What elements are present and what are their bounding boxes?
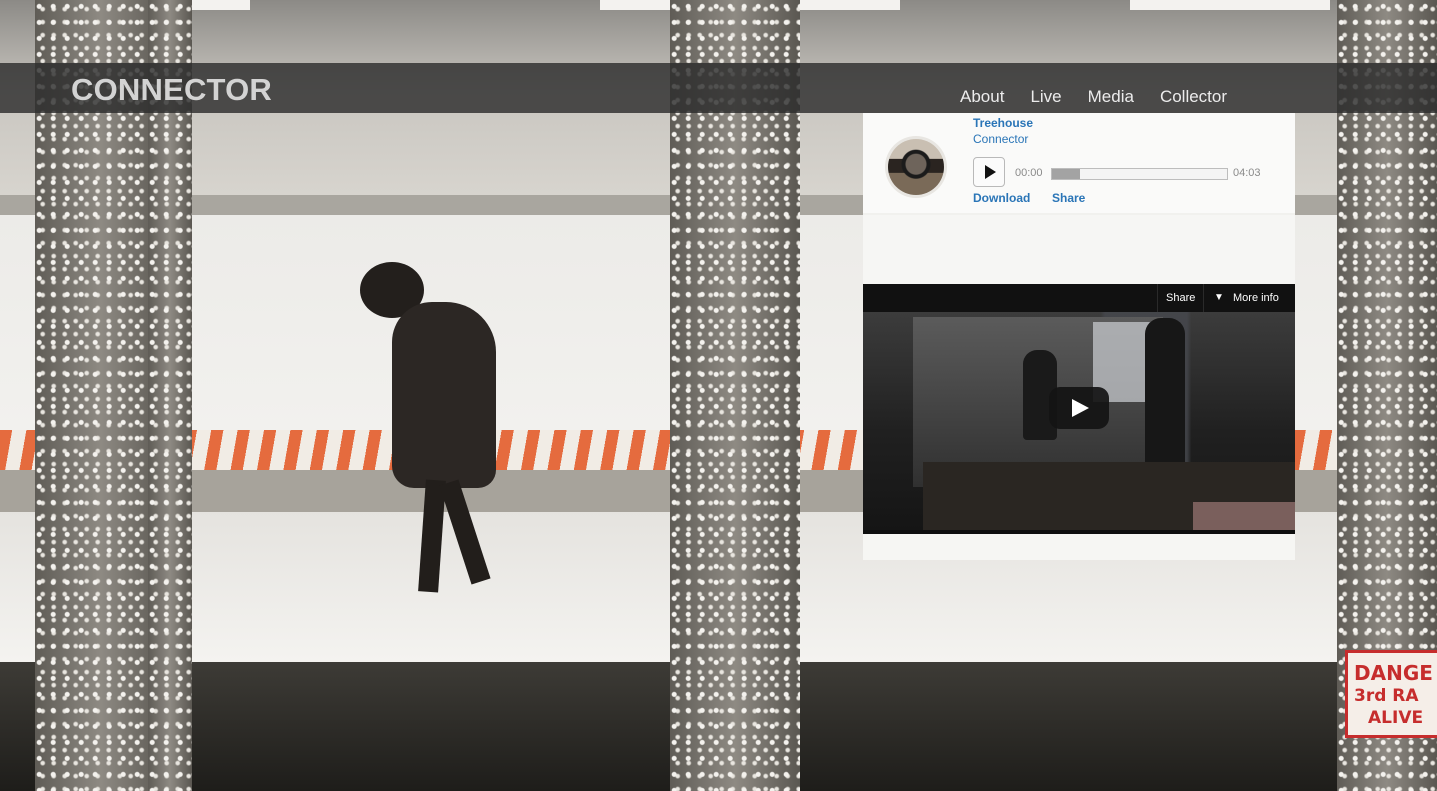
- progress-bar[interactable]: [1051, 168, 1228, 180]
- video-embed[interactable]: Share ▼ More info: [863, 284, 1295, 534]
- album-art-image: [888, 139, 944, 195]
- time-current: 00:00: [1015, 167, 1043, 179]
- album-art: [885, 136, 947, 198]
- audio-player: Treehouse Connector 00:00 04:03 Download…: [863, 113, 1295, 213]
- time-total: 04:03: [1233, 167, 1261, 179]
- video-share-button[interactable]: Share: [1157, 284, 1203, 312]
- media-panel: Treehouse Connector 00:00 04:03 Download…: [863, 113, 1295, 560]
- more-info-label: More info: [1233, 292, 1279, 304]
- double-chevron-down-icon: ▼: [1214, 292, 1224, 303]
- person-coat: [392, 302, 496, 488]
- progress-fill: [1052, 169, 1080, 179]
- share-link[interactable]: Share: [1052, 191, 1085, 205]
- thumb-object: [1193, 502, 1295, 530]
- ceiling-light: [1130, 0, 1330, 10]
- site-logo[interactable]: CONNECTOR: [71, 72, 272, 108]
- danger-sign-line: ALIVE: [1368, 708, 1424, 728]
- thumb-figure: [1145, 318, 1185, 468]
- nav-item-media[interactable]: Media: [1088, 87, 1134, 107]
- play-button[interactable]: [973, 157, 1005, 187]
- danger-sign-line: DANGE: [1354, 661, 1433, 685]
- track-title[interactable]: Treehouse: [973, 116, 1033, 130]
- danger-sign: DANGE 3rd RA ALIVE: [1345, 650, 1437, 738]
- more-info-button[interactable]: ▼ More info: [1203, 284, 1295, 312]
- download-link[interactable]: Download: [973, 191, 1030, 205]
- nav-item-live[interactable]: Live: [1030, 87, 1061, 107]
- nav-item-collector[interactable]: Collector: [1160, 87, 1227, 107]
- main-nav: About Live Media Collector: [960, 87, 1227, 107]
- nav-item-about[interactable]: About: [960, 87, 1004, 107]
- track-artist[interactable]: Connector: [973, 132, 1028, 146]
- danger-sign-line: 3rd RA: [1354, 686, 1419, 706]
- video-play-button[interactable]: [1049, 387, 1109, 429]
- pillar: [670, 0, 800, 791]
- pillar: [148, 0, 192, 791]
